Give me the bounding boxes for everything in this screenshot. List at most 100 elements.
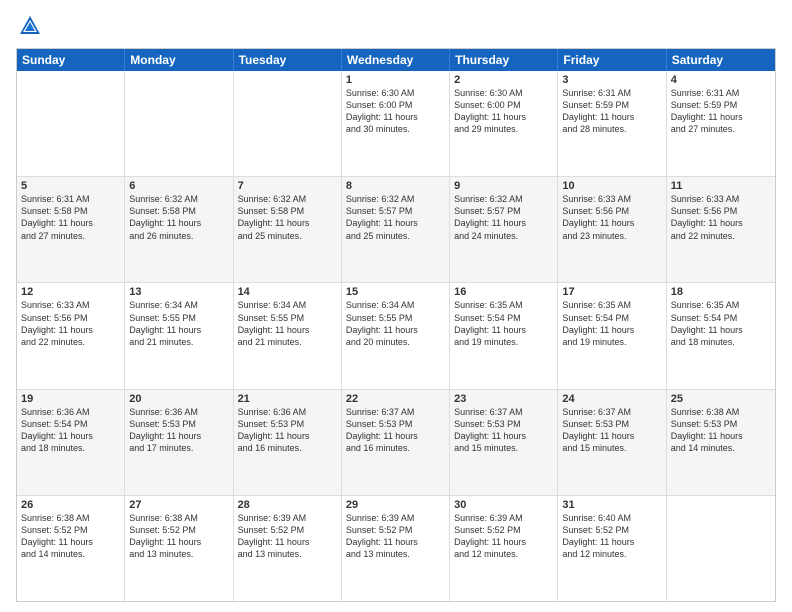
header-day-thursday: Thursday [450,49,558,71]
cell-info: Sunrise: 6:34 AM Sunset: 5:55 PM Dayligh… [238,299,337,348]
cell-day-number: 25 [671,393,771,405]
header-day-tuesday: Tuesday [234,49,342,71]
week-row-5: 26Sunrise: 6:38 AM Sunset: 5:52 PM Dayli… [17,495,775,601]
cell-info: Sunrise: 6:32 AM Sunset: 5:58 PM Dayligh… [238,193,337,242]
calendar-cell: 2Sunrise: 6:30 AM Sunset: 6:00 PM Daylig… [450,71,558,176]
cell-info: Sunrise: 6:36 AM Sunset: 5:53 PM Dayligh… [129,406,228,455]
cell-day-number: 5 [21,180,120,192]
cell-info: Sunrise: 6:38 AM Sunset: 5:52 PM Dayligh… [21,512,120,561]
cell-day-number: 18 [671,286,771,298]
logo-icon [16,12,44,40]
calendar-cell: 14Sunrise: 6:34 AM Sunset: 5:55 PM Dayli… [234,283,342,388]
calendar-cell [125,71,233,176]
calendar-cell: 30Sunrise: 6:39 AM Sunset: 5:52 PM Dayli… [450,496,558,601]
calendar-cell: 26Sunrise: 6:38 AM Sunset: 5:52 PM Dayli… [17,496,125,601]
cell-day-number: 4 [671,74,771,86]
calendar-cell: 16Sunrise: 6:35 AM Sunset: 5:54 PM Dayli… [450,283,558,388]
calendar-cell: 20Sunrise: 6:36 AM Sunset: 5:53 PM Dayli… [125,390,233,495]
cell-info: Sunrise: 6:31 AM Sunset: 5:58 PM Dayligh… [21,193,120,242]
cell-info: Sunrise: 6:36 AM Sunset: 5:54 PM Dayligh… [21,406,120,455]
calendar-cell: 8Sunrise: 6:32 AM Sunset: 5:57 PM Daylig… [342,177,450,282]
cell-day-number: 17 [562,286,661,298]
cell-day-number: 29 [346,499,445,511]
cell-day-number: 10 [562,180,661,192]
header-day-saturday: Saturday [667,49,775,71]
logo [16,12,48,40]
calendar-cell [667,496,775,601]
cell-info: Sunrise: 6:31 AM Sunset: 5:59 PM Dayligh… [671,87,771,136]
cell-info: Sunrise: 6:37 AM Sunset: 5:53 PM Dayligh… [454,406,553,455]
cell-day-number: 26 [21,499,120,511]
cell-day-number: 15 [346,286,445,298]
calendar-cell: 31Sunrise: 6:40 AM Sunset: 5:52 PM Dayli… [558,496,666,601]
week-row-3: 12Sunrise: 6:33 AM Sunset: 5:56 PM Dayli… [17,282,775,388]
cell-info: Sunrise: 6:38 AM Sunset: 5:53 PM Dayligh… [671,406,771,455]
calendar-cell: 10Sunrise: 6:33 AM Sunset: 5:56 PM Dayli… [558,177,666,282]
cell-info: Sunrise: 6:33 AM Sunset: 5:56 PM Dayligh… [21,299,120,348]
cell-day-number: 22 [346,393,445,405]
calendar: SundayMondayTuesdayWednesdayThursdayFrid… [16,48,776,602]
cell-day-number: 16 [454,286,553,298]
header [16,12,776,40]
cell-day-number: 1 [346,74,445,86]
cell-info: Sunrise: 6:35 AM Sunset: 5:54 PM Dayligh… [671,299,771,348]
cell-info: Sunrise: 6:39 AM Sunset: 5:52 PM Dayligh… [346,512,445,561]
cell-info: Sunrise: 6:30 AM Sunset: 6:00 PM Dayligh… [454,87,553,136]
cell-day-number: 7 [238,180,337,192]
header-day-friday: Friday [558,49,666,71]
cell-day-number: 30 [454,499,553,511]
calendar-cell: 1Sunrise: 6:30 AM Sunset: 6:00 PM Daylig… [342,71,450,176]
cell-day-number: 8 [346,180,445,192]
cell-info: Sunrise: 6:40 AM Sunset: 5:52 PM Dayligh… [562,512,661,561]
cell-info: Sunrise: 6:32 AM Sunset: 5:57 PM Dayligh… [346,193,445,242]
cell-day-number: 28 [238,499,337,511]
cell-info: Sunrise: 6:37 AM Sunset: 5:53 PM Dayligh… [562,406,661,455]
calendar-cell: 29Sunrise: 6:39 AM Sunset: 5:52 PM Dayli… [342,496,450,601]
cell-day-number: 20 [129,393,228,405]
cell-info: Sunrise: 6:35 AM Sunset: 5:54 PM Dayligh… [562,299,661,348]
calendar-cell: 4Sunrise: 6:31 AM Sunset: 5:59 PM Daylig… [667,71,775,176]
cell-info: Sunrise: 6:34 AM Sunset: 5:55 PM Dayligh… [129,299,228,348]
calendar-cell: 12Sunrise: 6:33 AM Sunset: 5:56 PM Dayli… [17,283,125,388]
cell-day-number: 19 [21,393,120,405]
cell-day-number: 11 [671,180,771,192]
calendar-cell: 15Sunrise: 6:34 AM Sunset: 5:55 PM Dayli… [342,283,450,388]
header-day-wednesday: Wednesday [342,49,450,71]
cell-day-number: 6 [129,180,228,192]
week-row-1: 1 Sunrise: 6:30 AM Sunset: 6:00 PM Daylig… [17,71,775,176]
cell-info: Sunrise: 6:33 AM Sunset: 5:56 PM Dayligh… [671,193,771,242]
cell-info: Sunrise: 6:31 AM Sunset: 5:59 PM Dayligh… [562,87,661,136]
cell-info: Sunrise: 6:32 AM Sunset: 5:57 PM Dayligh… [454,193,553,242]
cell-info: Sunrise: 6:34 AM Sunset: 5:55 PM Dayligh… [346,299,445,348]
cell-info: Sunrise: 6:36 AM Sunset: 5:53 PM Dayligh… [238,406,337,455]
calendar-cell: 9Sunrise: 6:32 AM Sunset: 5:57 PM Daylig… [450,177,558,282]
cell-info: Sunrise: 6:39 AM Sunset: 5:52 PM Dayligh… [238,512,337,561]
calendar-cell: 13Sunrise: 6:34 AM Sunset: 5:55 PM Dayli… [125,283,233,388]
calendar-cell: 17Sunrise: 6:35 AM Sunset: 5:54 PM Dayli… [558,283,666,388]
cell-info: Sunrise: 6:32 AM Sunset: 5:58 PM Dayligh… [129,193,228,242]
calendar-cell: 7Sunrise: 6:32 AM Sunset: 5:58 PM Daylig… [234,177,342,282]
cell-day-number: 23 [454,393,553,405]
week-row-4: 19Sunrise: 6:36 AM Sunset: 5:54 PM Dayli… [17,389,775,495]
calendar-cell: 27Sunrise: 6:38 AM Sunset: 5:52 PM Dayli… [125,496,233,601]
calendar-cell: 3Sunrise: 6:31 AM Sunset: 5:59 PM Daylig… [558,71,666,176]
calendar-cell: 28Sunrise: 6:39 AM Sunset: 5:52 PM Dayli… [234,496,342,601]
calendar-cell: 5Sunrise: 6:31 AM Sunset: 5:58 PM Daylig… [17,177,125,282]
cell-day-number: 9 [454,180,553,192]
header-day-monday: Monday [125,49,233,71]
calendar-cell [234,71,342,176]
calendar-cell: 19Sunrise: 6:36 AM Sunset: 5:54 PM Dayli… [17,390,125,495]
cell-info: Sunrise: 6:33 AM Sunset: 5:56 PM Dayligh… [562,193,661,242]
calendar-body: 1 Sunrise: 6:30 AM Sunset: 6:00 PM Daylig… [17,71,775,601]
cell-day-number: 24 [562,393,661,405]
week-row-2: 5Sunrise: 6:31 AM Sunset: 5:58 PM Daylig… [17,176,775,282]
cell-day-number: 21 [238,393,337,405]
cell-day-number: 27 [129,499,228,511]
calendar-cell [17,71,125,176]
cell-day-number: 2 [454,74,553,86]
cell-day-number: 14 [238,286,337,298]
header-day-sunday: Sunday [17,49,125,71]
cell-info: Sunrise: 6:35 AM Sunset: 5:54 PM Dayligh… [454,299,553,348]
calendar-cell: 23Sunrise: 6:37 AM Sunset: 5:53 PM Dayli… [450,390,558,495]
cell-info: Sunrise: 6:37 AM Sunset: 5:53 PM Dayligh… [346,406,445,455]
